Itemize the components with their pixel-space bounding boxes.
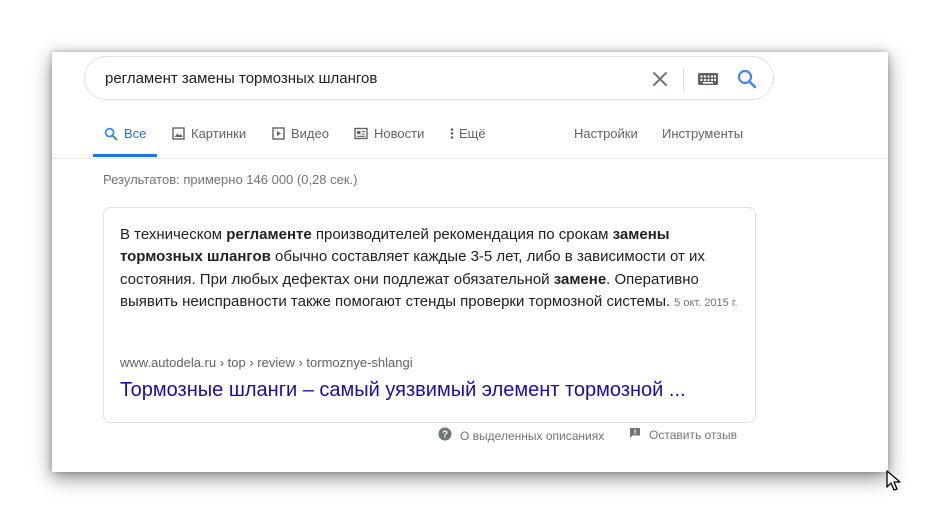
tab-label: Видео [291,126,329,141]
help-icon: ? [438,427,452,444]
snippet-date: 5 окт. 2015 г. [674,297,738,310]
snippet-part: производителей рекомендация по срокам [311,226,613,243]
about-snippets-link[interactable]: ? О выделенных описаниях [438,427,604,444]
video-icon [272,127,285,140]
snippet-part-highlight: регламенте [226,226,312,243]
settings-link[interactable]: Настройки [574,126,638,141]
result-stats: Результатов: примерно 146 000 (0,28 сек.… [103,172,358,187]
news-icon [354,127,368,140]
active-tab-indicator [93,154,157,157]
feedback-icon [629,427,641,442]
tab-all[interactable]: Все [104,126,146,141]
tab-video[interactable]: Видео [272,126,329,141]
search-icon [104,127,118,141]
snippet-part-highlight: замене [553,270,607,288]
about-snippets-label: О выделенных описаниях [460,428,605,443]
image-icon [172,127,185,140]
search-tabs: Все Картинки Видео Новости Ещё Настройки… [52,112,888,159]
more-vert-icon [449,127,455,140]
search-box[interactable]: регламент замены тормозных шлангов [84,56,774,100]
tab-images[interactable]: Картинки [172,126,246,141]
keyboard-icon[interactable] [697,71,719,87]
tab-label: Картинки [191,126,247,141]
mouse-cursor-icon [886,470,902,492]
search-input[interactable]: регламент замены тормозных шлангов [105,70,377,87]
tools-label: Инструменты [662,126,744,141]
search-results-card: регламент замены тормозных шлангов Все К… [52,52,888,472]
feedback-link[interactable]: Оставить отзыв [629,427,737,442]
tab-more[interactable]: Ещё [449,126,486,141]
snippet-part: В техническом [120,226,227,243]
svg-text:?: ? [442,430,448,441]
tab-label: Ещё [459,126,486,141]
settings-label: Настройки [574,126,638,141]
clear-icon[interactable] [650,69,670,89]
search-icon[interactable] [736,68,758,90]
snippet-text: В техническом регламенте производителей … [120,224,742,315]
tools-link[interactable]: Инструменты [662,126,743,141]
tab-label: Все [124,126,147,141]
featured-snippet: В техническом регламенте производителей … [103,207,756,423]
tab-news[interactable]: Новости [354,126,424,141]
result-breadcrumb[interactable]: www.autodela.ru › top › review › tormozn… [120,355,413,370]
search-divider [683,67,684,91]
feedback-label: Оставить отзыв [649,427,737,442]
result-title-link[interactable]: Тормозные шланги – самый уязвимый элемен… [120,379,686,402]
tab-label: Новости [374,126,425,141]
